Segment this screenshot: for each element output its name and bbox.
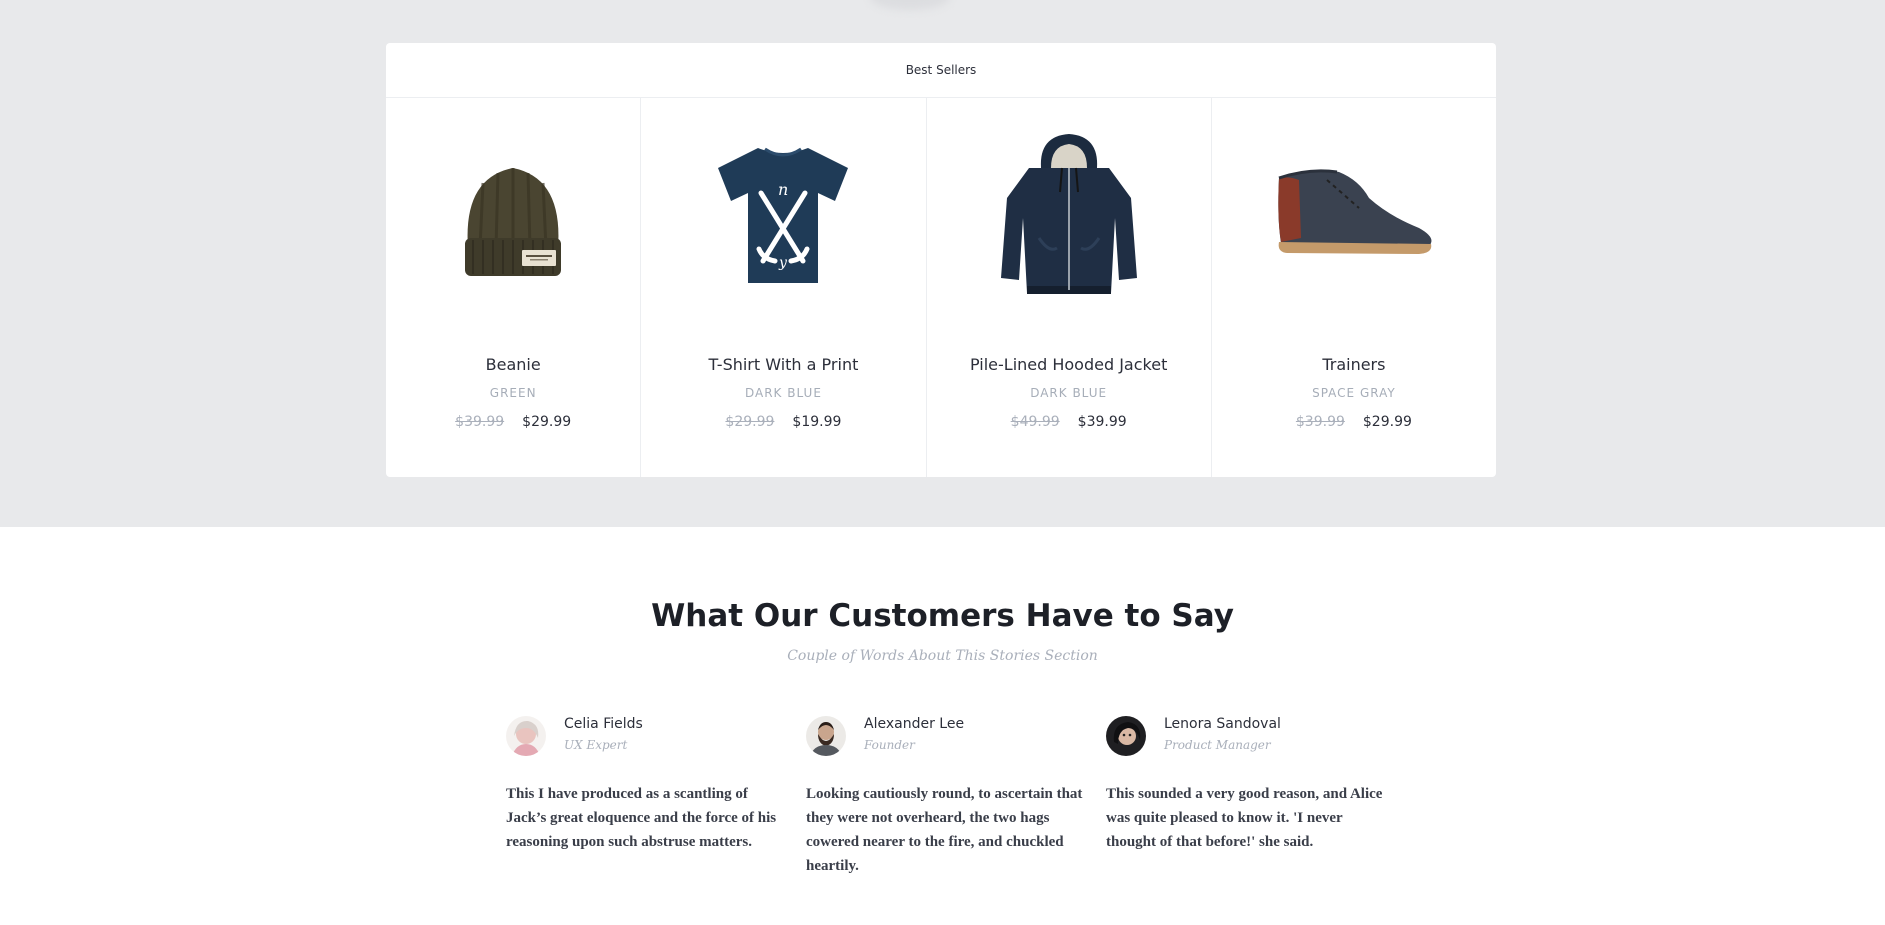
current-price: $19.99 xyxy=(792,414,842,430)
product-name[interactable]: T-Shirt With a Print xyxy=(708,355,858,374)
testimonial-quote: Looking cautiously round, to ascertain t… xyxy=(806,786,1083,874)
product-name[interactable]: Pile-Lined Hooded Jacket xyxy=(970,355,1167,374)
old-price: $29.99 xyxy=(725,414,775,430)
tshirt-image[interactable]: n y xyxy=(641,98,925,328)
testimonial-card: Alexander Lee Founder Looking cautiously… xyxy=(806,716,1086,878)
jacket-image[interactable] xyxy=(927,98,1211,328)
best-sellers-section: Best Sellers Beanie GREEN $39.99 $29.99 … xyxy=(0,0,1885,527)
avatar xyxy=(806,716,846,756)
product-card-tshirt[interactable]: n y T-Shirt With a Print DARK BLUE $29.9… xyxy=(641,98,927,477)
author-role: Product Manager xyxy=(1164,738,1271,752)
product-prices: $29.99 $19.99 xyxy=(725,414,841,430)
testimonial-card: Celia Fields UX Expert This I have produ… xyxy=(506,716,786,854)
testimonial-card: Lenora Sandoval Product Manager This sou… xyxy=(1106,716,1386,854)
svg-text:y: y xyxy=(778,255,788,271)
product-color: GREEN xyxy=(489,386,537,400)
author-name: Lenora Sandoval xyxy=(1164,716,1281,732)
old-price: $39.99 xyxy=(1295,414,1345,430)
current-price: $29.99 xyxy=(522,414,572,430)
product-card-beanie[interactable]: Beanie GREEN $39.99 $29.99 xyxy=(386,98,642,477)
product-name[interactable]: Beanie xyxy=(486,355,541,374)
product-name[interactable]: Trainers xyxy=(1322,355,1385,374)
testimonial-author: Celia Fields UX Expert xyxy=(506,716,786,756)
old-price: $39.99 xyxy=(455,414,505,430)
testimonial-quote: This sounded a very good reason, and Ali… xyxy=(1106,786,1383,850)
product-color: SPACE GRAY xyxy=(1312,386,1396,400)
author-role: UX Expert xyxy=(564,738,628,752)
trainers-image[interactable] xyxy=(1212,98,1496,328)
avatar xyxy=(1106,716,1146,756)
testimonial-author: Alexander Lee Founder xyxy=(806,716,1086,756)
testimonial-quote: This I have produced as a scantling of J… xyxy=(506,786,777,850)
avatar xyxy=(506,716,546,756)
decorative-shadow xyxy=(870,0,950,10)
current-price: $39.99 xyxy=(1077,414,1127,430)
product-card-trainers[interactable]: Trainers SPACE GRAY $39.99 $29.99 xyxy=(1212,98,1496,477)
author-name: Alexander Lee xyxy=(864,716,965,732)
product-color: DARK BLUE xyxy=(744,386,822,400)
product-prices: $39.99 $29.99 xyxy=(455,414,571,430)
product-prices: $39.99 $29.99 xyxy=(1296,414,1412,430)
author-name: Celia Fields xyxy=(564,716,643,732)
product-color: DARK BLUE xyxy=(1030,386,1108,400)
best-sellers-title: Best Sellers xyxy=(386,43,1496,98)
testimonials-subtitle: Couple of Words About This Stories Secti… xyxy=(787,648,1098,664)
testimonials-title: What Our Customers Have to Say xyxy=(651,598,1234,634)
beanie-image[interactable] xyxy=(386,98,640,328)
product-list: Beanie GREEN $39.99 $29.99 n y T-Shirt W… xyxy=(386,98,1496,477)
product-prices: $49.99 $39.99 xyxy=(1011,414,1127,430)
old-price: $49.99 xyxy=(1010,414,1060,430)
best-sellers-card: Best Sellers Beanie GREEN $39.99 $29.99 … xyxy=(386,43,1496,477)
current-price: $29.99 xyxy=(1362,414,1412,430)
svg-text:n: n xyxy=(778,180,788,199)
testimonial-author: Lenora Sandoval Product Manager xyxy=(1106,716,1386,756)
product-card-jacket[interactable]: Pile-Lined Hooded Jacket DARK BLUE $49.9… xyxy=(927,98,1212,477)
author-role: Founder xyxy=(864,738,915,752)
